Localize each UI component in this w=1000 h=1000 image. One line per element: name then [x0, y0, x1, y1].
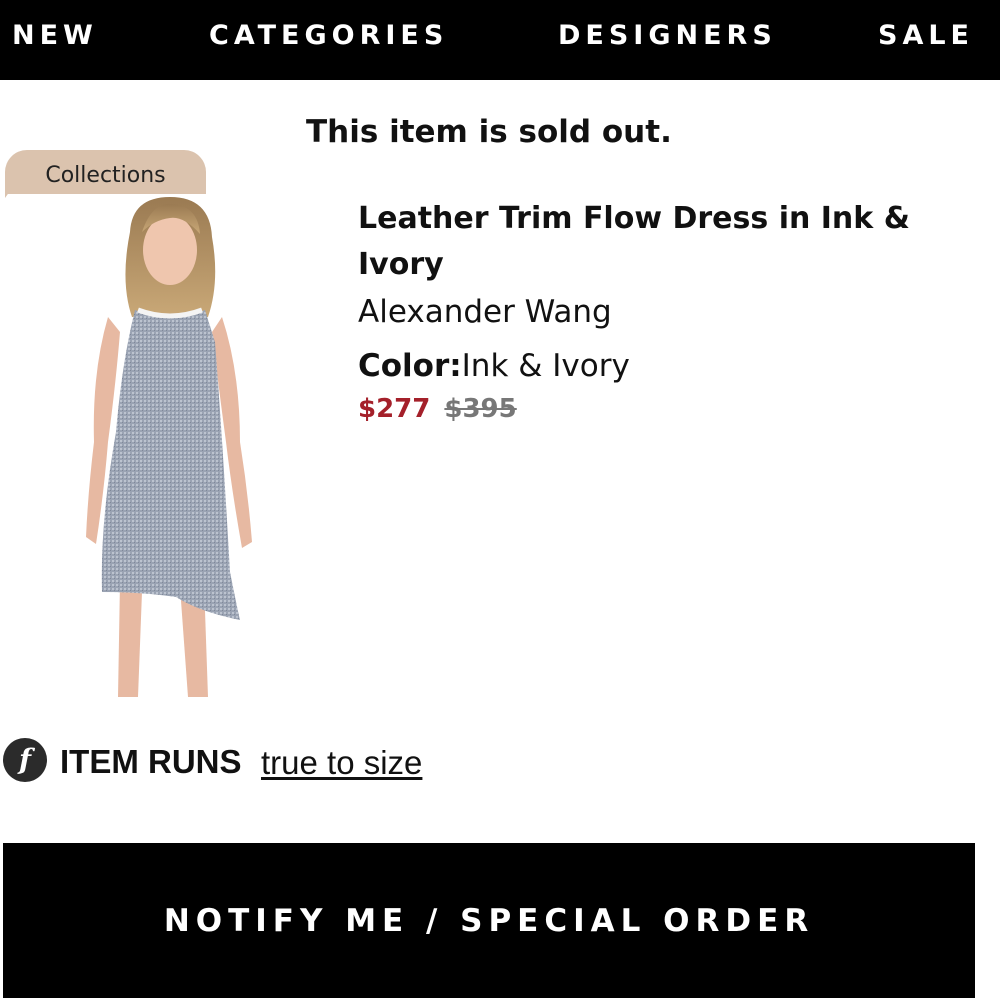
color-row: Color:Ink & Ivory [358, 346, 978, 386]
fit-value-link[interactable]: true to size [261, 743, 422, 783]
nav-categories[interactable]: CATEGORIES [209, 20, 448, 52]
product-image[interactable] [80, 192, 270, 702]
model-figure [86, 197, 252, 697]
nav-designers[interactable]: DESIGNERS [558, 20, 777, 52]
color-label: Color: [358, 348, 462, 384]
product-info: Leather Trim Flow Dress in Ink & Ivory A… [358, 196, 978, 426]
product-name: Leather Trim Flow Dress in Ink & Ivory [358, 201, 910, 282]
notify-me-button[interactable]: NOTIFY ME / SPECIAL ORDER [3, 843, 975, 998]
nav-sale[interactable]: SALE [878, 20, 974, 52]
top-navigation: NEW CATEGORIES DESIGNERS SALE [0, 0, 1000, 80]
color-value: Ink & Ivory [461, 348, 630, 384]
fit-label: ITEM RUNS [60, 743, 242, 780]
original-price: $395 [444, 394, 517, 424]
collections-label: Collections [45, 163, 166, 188]
sale-price: $277 [358, 394, 431, 424]
sold-out-notice: This item is sold out. [306, 114, 672, 150]
nav-new[interactable]: NEW [12, 20, 98, 52]
collections-tag[interactable]: Collections [5, 150, 206, 194]
price-row: $277 $395 [358, 392, 978, 426]
fit-logo-icon: f [3, 738, 47, 782]
designer-name[interactable]: Alexander Wang [358, 290, 978, 334]
